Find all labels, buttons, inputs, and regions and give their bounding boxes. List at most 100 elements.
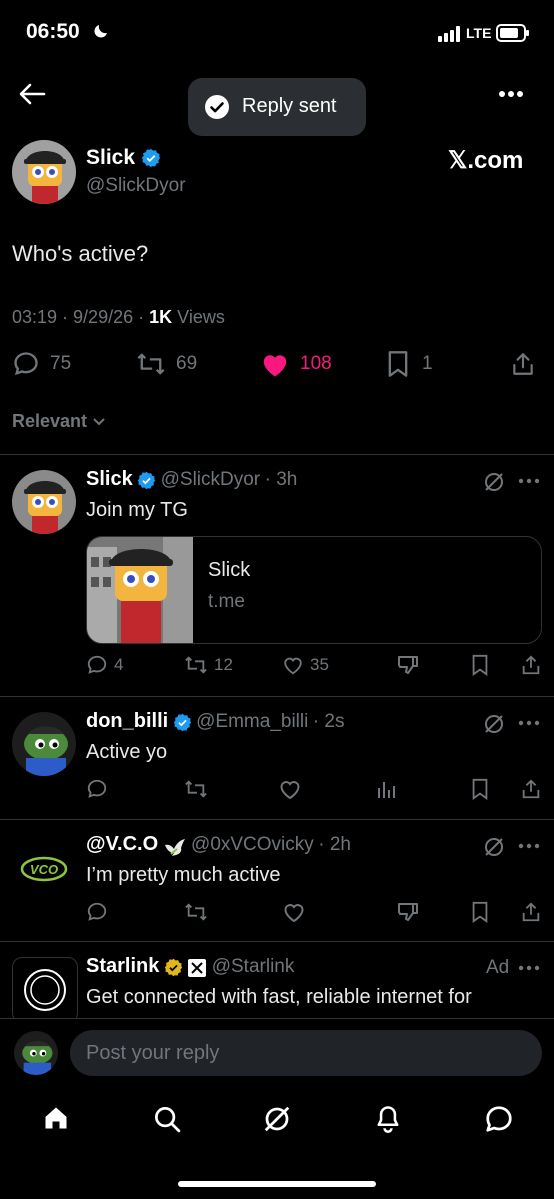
verified-badge-icon — [173, 714, 191, 732]
more-icon[interactable] — [518, 720, 540, 726]
ad-handle[interactable]: @Starlink — [212, 956, 295, 977]
grok-icon[interactable] — [482, 712, 506, 736]
link-card[interactable]: Slick t.me — [86, 536, 542, 644]
share-button[interactable] — [520, 778, 542, 800]
search-icon[interactable] — [152, 1104, 182, 1134]
reply-age: · 2s — [312, 711, 345, 732]
share-button[interactable] — [510, 350, 536, 378]
reply-sent-toast: Reply sent — [188, 78, 366, 136]
repost-button[interactable] — [184, 778, 208, 800]
reply-actions — [86, 778, 542, 802]
ad-text: Get connected with fast, reliable intern… — [86, 986, 472, 1008]
reply-button[interactable] — [86, 901, 108, 923]
ad-avatar[interactable] — [12, 957, 78, 1018]
sort-label: Relevant — [12, 411, 88, 431]
repost-button[interactable]: 69 — [136, 350, 197, 378]
views-label: Views — [177, 307, 225, 327]
author-handle[interactable]: @SlickDyor — [86, 175, 186, 197]
messages-icon[interactable] — [484, 1104, 514, 1134]
reply-author-name[interactable]: @V.C.O — [86, 833, 158, 855]
reply-button[interactable]: 75 — [12, 350, 71, 378]
reply-count: 4 — [114, 655, 124, 674]
like-button[interactable]: 108 — [260, 350, 332, 378]
more-icon[interactable] — [518, 965, 540, 971]
gold-verified-badge-icon — [164, 959, 183, 977]
grok-icon[interactable] — [482, 835, 506, 859]
repost-button[interactable] — [184, 901, 208, 923]
chevron-down-icon — [93, 418, 105, 426]
reply-handle[interactable]: @0xVCOvicky — [191, 834, 314, 855]
downvote-button[interactable] — [396, 901, 420, 923]
home-icon[interactable] — [42, 1104, 70, 1132]
bookmark-button[interactable] — [470, 778, 490, 800]
share-button[interactable] — [520, 901, 542, 923]
check-icon — [205, 95, 229, 119]
like-button[interactable] — [278, 778, 302, 800]
bottom-nav — [0, 1090, 554, 1154]
more-icon[interactable] — [518, 478, 540, 484]
grok-icon[interactable] — [482, 470, 506, 494]
repost-icon — [137, 353, 165, 375]
views-button[interactable] — [376, 778, 398, 800]
x-com-link[interactable]: 𝕏.com — [448, 146, 523, 175]
toast-text: Reply sent — [242, 95, 337, 117]
author-name-row[interactable]: Slick — [86, 146, 161, 170]
share-icon — [513, 353, 533, 375]
heart-icon — [280, 781, 300, 800]
reply-age: · 3h — [264, 469, 298, 490]
share-icon — [522, 655, 540, 675]
reply-count: 75 — [50, 353, 72, 374]
signal-icon — [438, 26, 462, 42]
reply-avatar[interactable] — [12, 470, 76, 534]
share-button[interactable] — [520, 654, 542, 676]
reply-button[interactable]: 4 — [86, 654, 123, 676]
bookmark-icon — [472, 654, 488, 676]
share-icon — [522, 779, 540, 799]
bookmark-button[interactable] — [470, 901, 490, 923]
reply-icon — [87, 902, 107, 921]
ad-item[interactable]: Starlink @Starlink Ad Get connected with… — [0, 942, 554, 1018]
more-icon[interactable] — [518, 843, 540, 849]
reply-handle[interactable]: @Emma_billi — [196, 711, 308, 732]
reply-text: I’m pretty much active — [86, 864, 281, 886]
ad-author-name[interactable]: Starlink — [86, 955, 159, 977]
author-name[interactable]: Slick — [86, 146, 135, 169]
bookmark-button[interactable]: 1 — [386, 350, 433, 378]
reply-text: Active yo — [86, 741, 168, 763]
reply-item[interactable]: Slick @SlickDyor · 3h Join my TG Slick t… — [0, 455, 554, 695]
reply-item[interactable]: don_billi @Emma_billi · 2s Active yo — [0, 697, 554, 819]
back-arrow-icon[interactable] — [18, 82, 46, 106]
reply-author-name[interactable]: don_billi — [86, 710, 168, 732]
reply-actions — [86, 901, 542, 925]
like-button[interactable]: 35 — [282, 654, 329, 676]
downvote-button[interactable] — [396, 654, 420, 676]
share-icon — [522, 902, 540, 922]
bookmark-button[interactable] — [470, 654, 490, 676]
more-options-icon[interactable] — [498, 90, 524, 98]
reply-item[interactable]: VCO @V.C.O @0xVCOvicky · 2h I’m pretty m… — [0, 820, 554, 942]
sort-dropdown[interactable]: Relevant — [12, 411, 106, 432]
reply-button[interactable] — [86, 778, 108, 800]
like-button[interactable] — [282, 901, 306, 923]
bookmark-icon — [388, 351, 408, 377]
repost-icon — [185, 903, 207, 921]
like-count: 35 — [310, 655, 329, 674]
analytics-icon — [378, 782, 395, 798]
author-avatar[interactable] — [12, 140, 76, 204]
x-affiliate-icon — [188, 958, 207, 977]
reply-avatar[interactable] — [12, 712, 76, 776]
divider — [0, 1018, 554, 1019]
card-title: Slick — [208, 559, 251, 581]
heart-icon — [284, 657, 302, 675]
heart-icon — [284, 904, 304, 923]
reply-icon — [87, 655, 107, 674]
grok-icon[interactable] — [262, 1104, 292, 1134]
bookmark-count: 1 — [422, 353, 433, 374]
reply-avatar[interactable]: VCO — [12, 835, 76, 899]
reply-handle[interactable]: @SlickDyor — [161, 469, 261, 490]
reply-input[interactable]: Post your reply — [70, 1030, 542, 1076]
reply-author-name[interactable]: Slick — [86, 468, 133, 490]
my-avatar[interactable] — [14, 1031, 58, 1075]
notifications-icon[interactable] — [374, 1104, 402, 1134]
repost-button[interactable]: 12 — [184, 654, 233, 676]
